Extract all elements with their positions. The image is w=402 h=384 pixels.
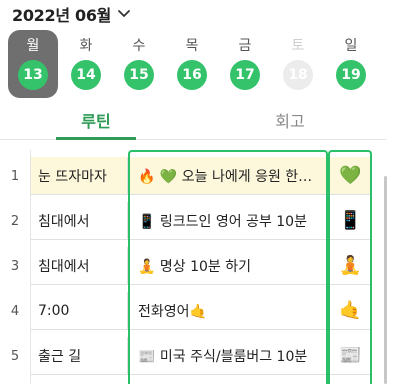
day-wednesday[interactable]: 수 15 (114, 30, 164, 98)
day-label: 금 (238, 38, 252, 54)
table-row[interactable]: 2 침대에서 📱 링크드인 영어 공부 10분 📱 (0, 198, 386, 244)
day-label: 화 (79, 38, 93, 54)
routine-cell[interactable]: 전화영어🤙 (130, 292, 328, 330)
day-saturday[interactable]: 토 18 (273, 30, 323, 98)
row-number: 2 (10, 213, 20, 229)
day-thursday[interactable]: 목 16 (167, 30, 217, 98)
table-row[interactable]: 5 출근 길 📰 미국 주식/블룸버그 10분 📰 (0, 333, 386, 379)
day-label: 목 (185, 38, 199, 54)
table-row[interactable]: 1 눈 뜨자마자 🔥 💚 오늘 나에게 응원 한… 💚 (0, 153, 386, 199)
day-label: 수 (132, 38, 146, 54)
row-number: 5 (10, 348, 20, 364)
routine-table: 1 눈 뜨자마자 🔥 💚 오늘 나에게 응원 한… 💚 2 침대에서 📱 링크드… (0, 141, 386, 384)
trigger-cell[interactable]: 출근 길 (30, 337, 128, 375)
routine-app: 2022년 06월 월 13 화 14 수 15 목 16 금 17 토 18 (0, 0, 402, 384)
routine-cell[interactable]: 🧘 명상 10분 하기 (130, 247, 328, 285)
table-row[interactable]: 3 침대에서 🧘 명상 10분 하기 🧘 (0, 243, 386, 289)
day-monday[interactable]: 월 13 (8, 30, 58, 98)
day-label: 월 (26, 38, 40, 54)
day-date: 18 (283, 60, 313, 90)
trigger-cell[interactable]: 7:00 (30, 292, 128, 330)
routine-cell[interactable]: 📰 미국 주식/블룸버그 10분 (130, 337, 328, 375)
emoji-cell[interactable]: 📰 (330, 337, 372, 375)
tab-review[interactable]: 회고 (230, 100, 350, 140)
month-title: 2022년 06월 (12, 6, 112, 25)
tab-routine[interactable]: 루틴 (36, 100, 156, 140)
row-number: 1 (10, 168, 20, 184)
day-friday[interactable]: 금 17 (220, 30, 270, 98)
table-row[interactable]: 4 7:00 전화영어🤙 🤙 (0, 288, 386, 334)
day-date: 17 (230, 60, 260, 90)
day-label: 토 (291, 38, 305, 54)
day-date: 16 (177, 60, 207, 90)
emoji-cell[interactable]: 🧘 (330, 247, 372, 285)
tab-bar: 루틴 회고 (0, 100, 386, 140)
routine-cell[interactable]: 📱 링크드인 영어 공부 10분 (130, 202, 328, 240)
day-date: 15 (124, 60, 154, 90)
trigger-cell[interactable]: 침대에서 (30, 247, 128, 285)
routine-cell[interactable]: 🔥 💚 오늘 나에게 응원 한… (130, 157, 328, 195)
day-date: 14 (71, 60, 101, 90)
trigger-cell[interactable]: 침대에서 (30, 202, 128, 240)
chevron-down-icon (118, 10, 131, 17)
day-date: 13 (18, 60, 48, 90)
active-tab-indicator (56, 137, 136, 140)
scrollbar[interactable] (384, 176, 387, 384)
emoji-cell[interactable]: 🤙 (330, 292, 372, 330)
emoji-cell[interactable]: 💚 (330, 157, 372, 195)
emoji-cell[interactable]: 📱 (330, 202, 372, 240)
row-number: 4 (10, 303, 20, 319)
row-number: 3 (10, 258, 20, 274)
day-sunday[interactable]: 일 19 (326, 30, 376, 98)
column-divider (30, 150, 31, 384)
day-label: 일 (344, 38, 358, 54)
day-tuesday[interactable]: 화 14 (61, 30, 111, 98)
month-selector[interactable]: 2022년 06월 (12, 2, 131, 26)
trigger-cell[interactable]: 눈 뜨자마자 (30, 157, 128, 195)
week-strip: 월 13 화 14 수 15 목 16 금 17 토 18 일 19 (8, 30, 384, 98)
day-date: 19 (336, 60, 366, 90)
